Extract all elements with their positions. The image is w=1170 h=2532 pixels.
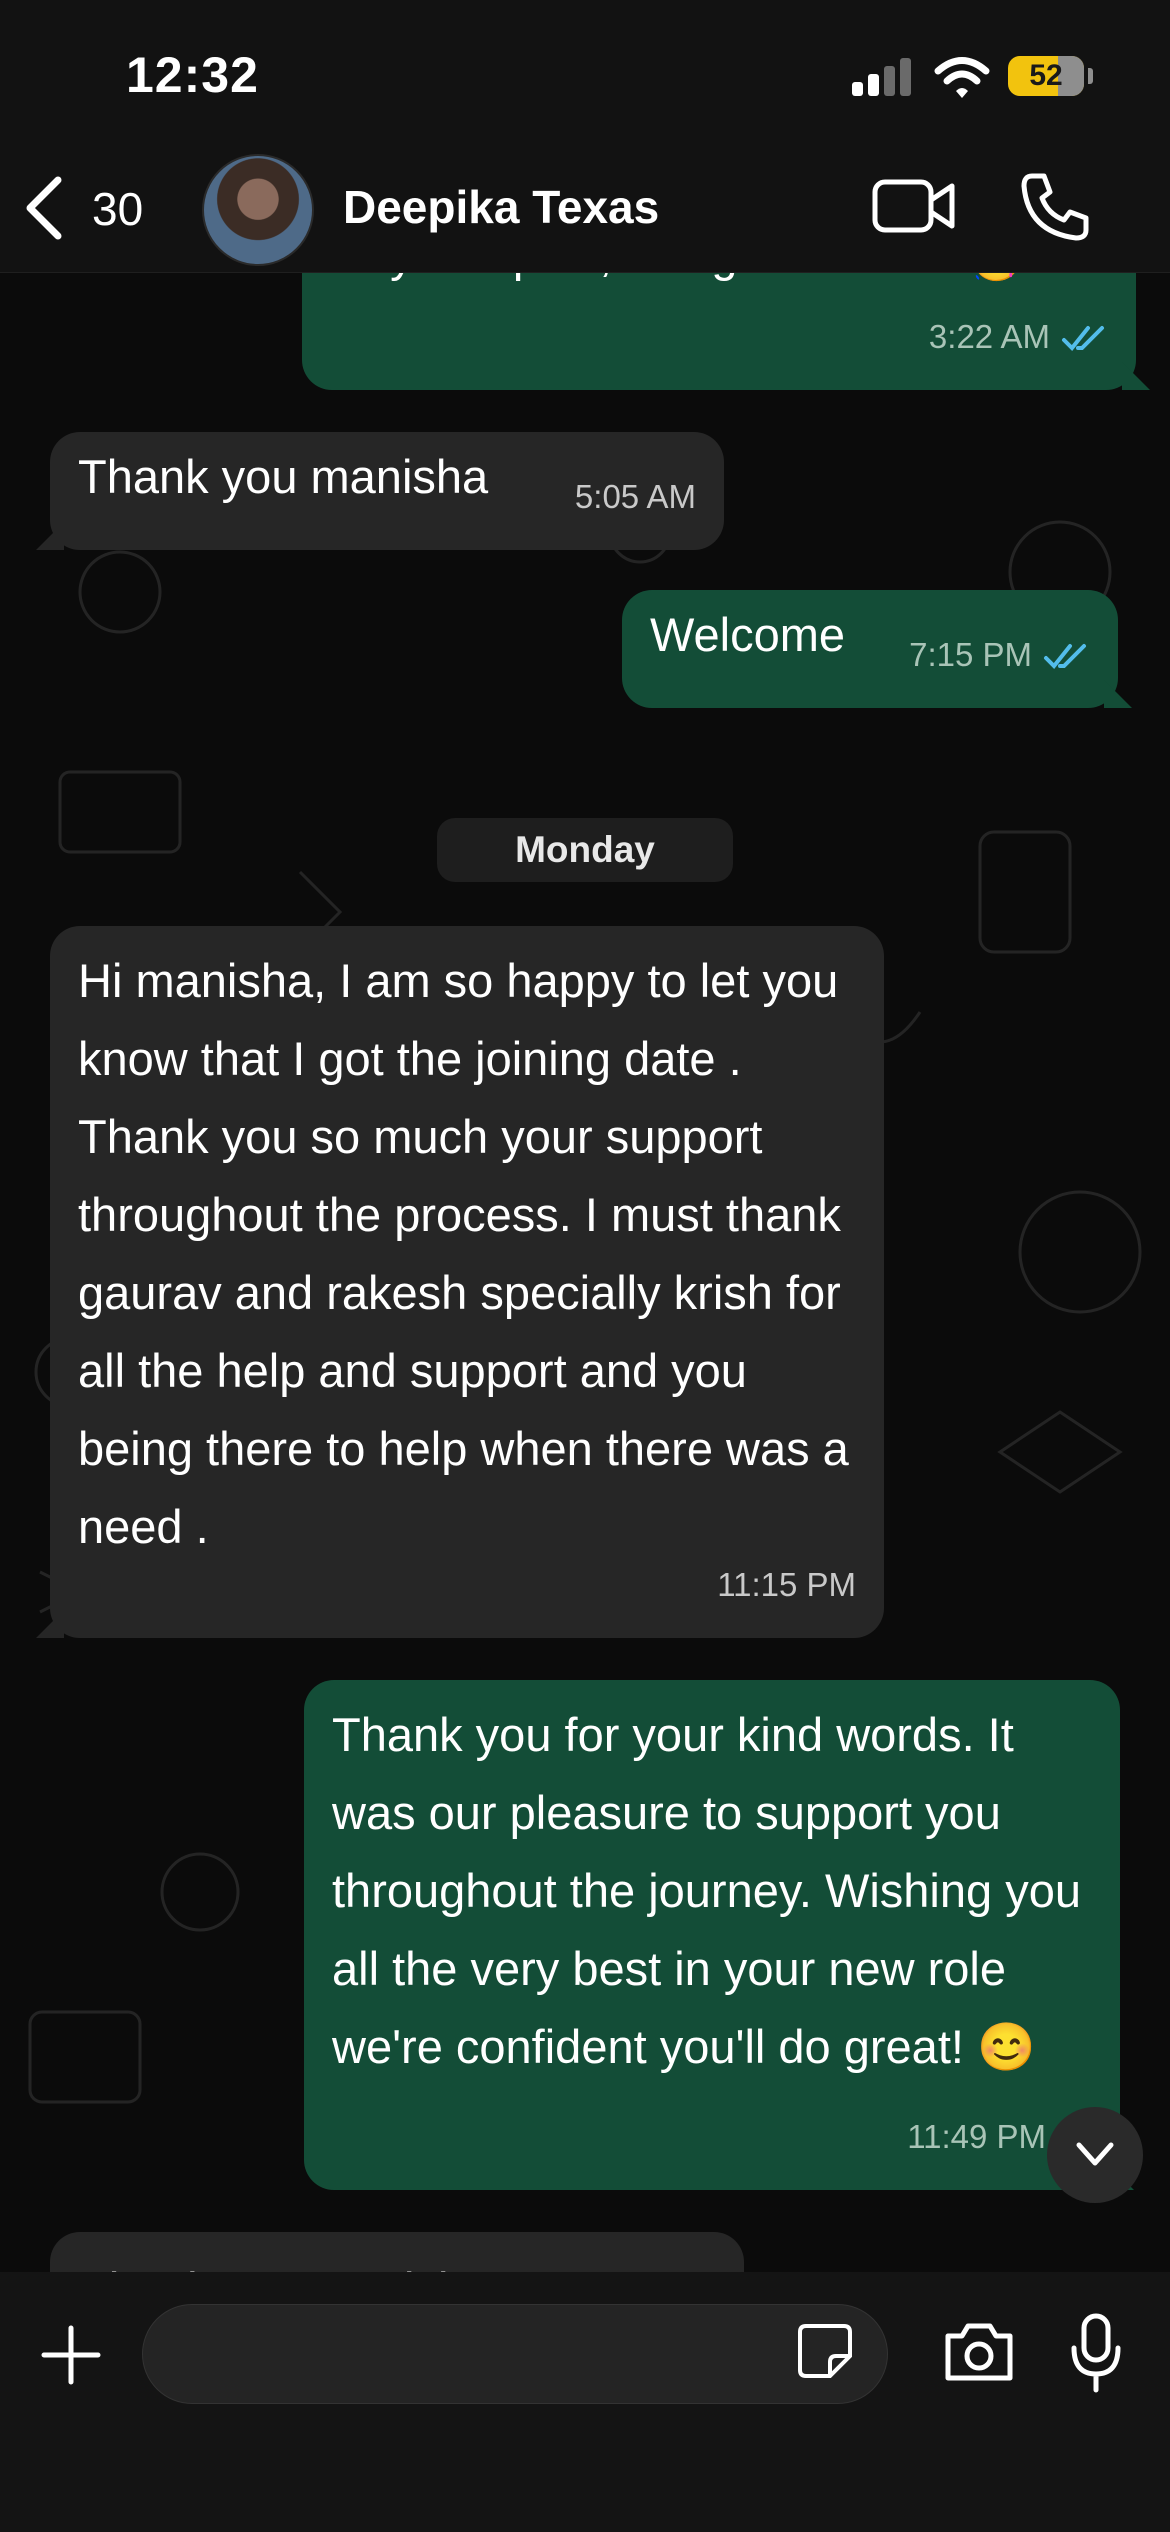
wifi-icon — [934, 57, 990, 98]
message-time: 3:22 AM — [928, 318, 1050, 355]
camera-icon[interactable] — [942, 2318, 1016, 2384]
message-time: 11:15 PM — [717, 1566, 856, 1603]
message-text: Hey Deepika, Congratulations 🥳 — [330, 272, 1108, 294]
message-list[interactable]: Hey Deepika, Congratulations 🥳 3:22 AM T… — [0, 272, 1170, 2272]
message-incoming[interactable]: Thank you manisha 5:05 AM — [36, 432, 724, 550]
chat-header: 30 Deepika Texas — [0, 140, 1170, 273]
microphone-icon[interactable] — [1070, 2312, 1122, 2394]
day-separator: Monday — [437, 818, 733, 882]
video-call-icon[interactable] — [872, 176, 956, 236]
message-incoming[interactable]: Hi manisha, I am so happy to let you kno… — [36, 926, 884, 1638]
unread-count[interactable]: 30 — [92, 182, 143, 236]
message-time: 11:49 PM — [907, 2118, 1046, 2155]
message-outgoing[interactable]: Hey Deepika, Congratulations 🥳 3:22 AM — [302, 272, 1150, 390]
contact-name[interactable]: Deepika Texas — [343, 180, 659, 234]
scroll-down-button[interactable] — [1047, 2107, 1143, 2203]
message-text: Thank you for your kind words. It was ou… — [332, 1708, 1081, 2073]
scroll-down-icon — [1076, 2142, 1114, 2166]
battery-icon: 52 — [1008, 56, 1084, 96]
message-outgoing[interactable]: Thank you for your kind words. It was ou… — [304, 1680, 1134, 2190]
status-bar: 12:32 52 — [0, 0, 1170, 140]
message-text: Hi manisha, I am so happy to let you kno… — [78, 954, 849, 1553]
read-ticks-icon — [1062, 326, 1104, 352]
message-meta: 7:15 PM — [909, 616, 1090, 694]
cellular-signal-icon — [852, 58, 914, 96]
sticker-icon[interactable] — [796, 2322, 854, 2380]
message-time: 5:05 AM — [574, 478, 696, 515]
read-ticks-icon — [1044, 644, 1086, 670]
status-time: 12:32 — [126, 47, 259, 103]
composer-bar — [0, 2272, 1170, 2532]
message-meta: 3:22 AM — [929, 298, 1108, 376]
battery-level: 52 — [1029, 59, 1063, 92]
back-chevron-icon[interactable] — [22, 176, 66, 240]
battery-tip — [1088, 68, 1093, 84]
message-input[interactable] — [142, 2304, 888, 2404]
message-time: 7:15 PM — [909, 636, 1032, 673]
plus-icon[interactable] — [40, 2324, 102, 2386]
message-outgoing[interactable]: Welcome 7:15 PM — [622, 590, 1132, 708]
phone-call-icon[interactable] — [1018, 170, 1092, 244]
avatar[interactable] — [202, 154, 314, 266]
